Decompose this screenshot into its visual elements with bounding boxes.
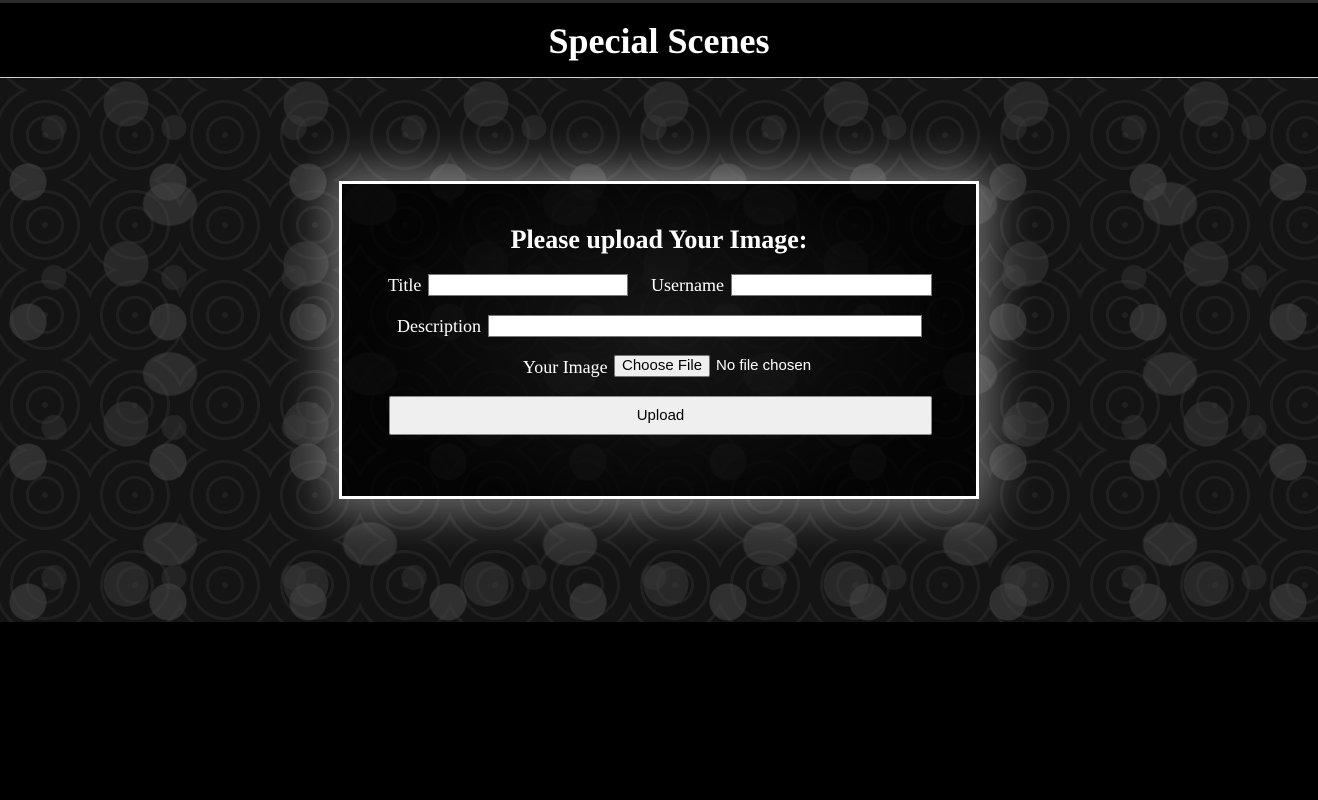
username-label: Username	[651, 275, 724, 295]
image-label: Your Image	[523, 357, 608, 377]
choose-file-button[interactable]: Choose File	[614, 355, 711, 377]
title-label: Title	[388, 275, 422, 295]
site-header: Special Scenes	[0, 0, 1318, 78]
form-heading: Please upload Your Image:	[510, 225, 808, 254]
username-input[interactable]	[731, 274, 932, 296]
upload-form: Please upload Your Image: Title Username…	[339, 181, 979, 499]
description-input[interactable]	[488, 315, 922, 337]
upload-button[interactable]: Upload	[389, 396, 932, 435]
site-title: Special Scenes	[548, 21, 770, 61]
file-status-text: No file chosen	[716, 357, 812, 374]
description-label: Description	[397, 316, 481, 336]
page: Special Scenes Please upload Your Image:…	[0, 0, 1318, 800]
title-input[interactable]	[428, 274, 628, 296]
